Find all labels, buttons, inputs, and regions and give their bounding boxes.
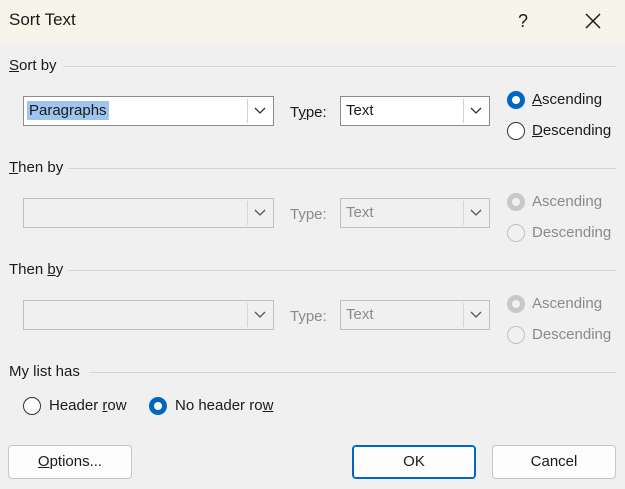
- ascending-label: Ascending: [532, 91, 603, 108]
- close-button[interactable]: [576, 6, 610, 36]
- sort-by-type-combo[interactable]: Text: [340, 96, 490, 126]
- dialog-title: Sort Text: [9, 10, 76, 29]
- header-row-label: Header row: [49, 397, 127, 414]
- then-by-1-field-value: [27, 203, 31, 205]
- then-by-2-label: Then by: [9, 261, 64, 278]
- then-by-1-type-value: Text: [346, 204, 374, 221]
- radio-checked-icon: [507, 193, 525, 211]
- radio-unchecked-icon: [507, 326, 525, 344]
- ascending-label: Ascending: [532, 193, 603, 210]
- then-by-1-divider: [68, 168, 616, 169]
- no-header-row-label: No header row: [175, 397, 274, 414]
- chevron-down-icon: [254, 107, 266, 114]
- chevron-down-icon: [254, 209, 266, 216]
- then-by-1-ascending-radio[interactable]: Ascending: [507, 192, 619, 214]
- sort-by-field-value: Paragraphs: [27, 101, 109, 120]
- sort-by-type-label: Type:: [290, 104, 327, 121]
- then-by-1-field-dropdown[interactable]: [247, 201, 271, 225]
- radio-checked-icon: [149, 397, 167, 415]
- radio-unchecked-icon: [507, 122, 525, 140]
- radio-checked-icon: [507, 91, 525, 109]
- cancel-button[interactable]: Cancel: [492, 445, 616, 479]
- chevron-down-icon: [470, 107, 482, 114]
- then-by-1-descending-radio[interactable]: Descending: [507, 223, 619, 245]
- descending-label: Descending: [532, 326, 612, 343]
- then-by-2-divider: [68, 270, 616, 271]
- radio-unchecked-icon: [23, 397, 41, 415]
- options-button[interactable]: Options...: [8, 445, 132, 479]
- sort-by-type-value: Text: [346, 102, 374, 119]
- then-by-2-ascending-radio[interactable]: Ascending: [507, 294, 619, 316]
- then-by-1-type-label: Type:: [290, 206, 327, 223]
- help-button[interactable]: ?: [508, 8, 538, 34]
- ascending-label: Ascending: [532, 295, 603, 312]
- descending-label: Descending: [532, 224, 612, 241]
- no-header-row-radio[interactable]: No header row: [149, 396, 284, 418]
- then-by-2-type-value: Text: [346, 306, 374, 323]
- dialog-titlebar: Sort Text ?: [0, 0, 625, 43]
- then-by-2-type-combo[interactable]: Text: [340, 300, 490, 330]
- radio-unchecked-icon: [507, 224, 525, 242]
- then-by-1-type-combo[interactable]: Text: [340, 198, 490, 228]
- sort-by-field-combo[interactable]: Paragraphs: [23, 96, 274, 126]
- then-by-2-descending-radio[interactable]: Descending: [507, 325, 619, 347]
- radio-checked-icon: [507, 295, 525, 313]
- sort-by-descending-radio[interactable]: Descending: [507, 121, 619, 143]
- then-by-1-type-dropdown[interactable]: [463, 201, 487, 225]
- ok-button[interactable]: OK: [352, 445, 476, 479]
- my-list-has-divider: [89, 372, 616, 373]
- then-by-2-type-label: Type:: [290, 308, 327, 325]
- chevron-down-icon: [470, 209, 482, 216]
- chevron-down-icon: [470, 311, 482, 318]
- sort-by-field-dropdown[interactable]: [247, 99, 271, 123]
- descending-label: Descending: [532, 122, 612, 139]
- then-by-1-field-combo[interactable]: [23, 198, 274, 228]
- my-list-has-label: My list has: [9, 363, 80, 380]
- then-by-2-field-combo[interactable]: [23, 300, 274, 330]
- header-row-radio[interactable]: Header row: [23, 396, 135, 418]
- chevron-down-icon: [254, 311, 266, 318]
- sort-by-label: Sort by: [9, 57, 57, 74]
- sort-by-divider: [63, 66, 616, 67]
- then-by-2-field-dropdown[interactable]: [247, 303, 271, 327]
- then-by-2-type-dropdown[interactable]: [463, 303, 487, 327]
- close-icon: [585, 13, 601, 29]
- sort-by-type-dropdown[interactable]: [463, 99, 487, 123]
- then-by-2-field-value: [27, 305, 31, 307]
- then-by-1-label: Then by: [9, 159, 64, 176]
- sort-by-ascending-radio[interactable]: Ascending: [507, 90, 619, 112]
